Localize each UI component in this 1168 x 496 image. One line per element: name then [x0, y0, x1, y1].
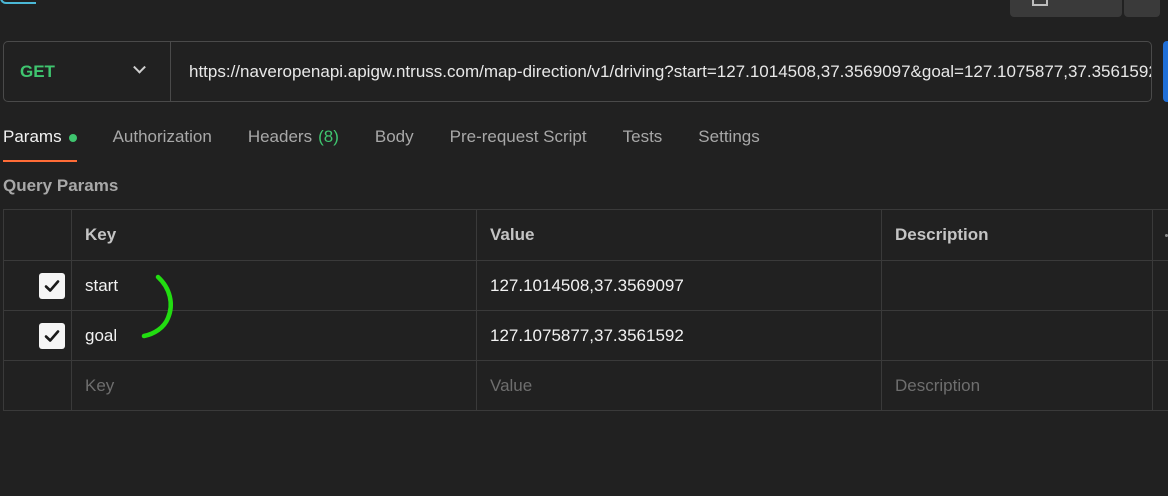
- postman-request-editor: GET https://naveropenapi.apigw.ntruss.co…: [0, 0, 1168, 496]
- param-key[interactable]: goal: [71, 311, 476, 360]
- param-value[interactable]: 127.1075877,37.3561592: [476, 311, 881, 360]
- row-tail: [1153, 261, 1168, 310]
- row-check-cell: [3, 261, 71, 310]
- method-select[interactable]: GET: [4, 42, 171, 101]
- tab-label: Tests: [622, 127, 663, 146]
- tab-label: Settings: [698, 127, 760, 146]
- check-icon: [44, 279, 59, 292]
- new-param-row: Key Value Description: [3, 361, 1168, 411]
- save-button[interactable]: [1010, 0, 1122, 17]
- row-tail: [1153, 361, 1168, 410]
- method-label: GET: [20, 61, 55, 81]
- header-check-cell: [3, 210, 71, 260]
- column-header-key: Key: [71, 210, 476, 260]
- row-check-cell: [3, 361, 71, 410]
- check-icon: [44, 329, 59, 342]
- tab-params[interactable]: Params: [3, 120, 77, 162]
- tab-authorization[interactable]: Authorization: [113, 120, 212, 162]
- row-tail: [1153, 311, 1168, 360]
- send-button[interactable]: [1163, 41, 1168, 102]
- tab-label: Params: [3, 127, 62, 146]
- tab-label: Headers: [247, 127, 313, 146]
- new-description-input[interactable]: Description: [881, 361, 1153, 410]
- tab-pre-request-script[interactable]: Pre-request Script: [450, 120, 587, 162]
- tab-settings[interactable]: Settings: [698, 120, 759, 162]
- url-input[interactable]: https://naveropenapi.apigw.ntruss.com/ma…: [171, 42, 1151, 101]
- tab-label: Body: [374, 127, 414, 146]
- new-value-input[interactable]: Value: [476, 361, 881, 410]
- param-description[interactable]: [881, 311, 1153, 360]
- param-checkbox[interactable]: [38, 322, 65, 349]
- save-icon: [1032, 0, 1048, 6]
- column-header-description: Description: [881, 210, 1153, 260]
- section-title: Query Params: [3, 176, 119, 195]
- active-params-dot-icon: [68, 134, 77, 142]
- request-bar: GET https://naveropenapi.apigw.ntruss.co…: [3, 41, 1152, 102]
- column-header-value: Value: [476, 210, 881, 260]
- param-checkbox[interactable]: [38, 272, 65, 299]
- param-key[interactable]: start: [71, 261, 476, 310]
- new-key-input[interactable]: Key: [71, 361, 476, 410]
- param-value[interactable]: 127.1014508,37.3569097: [476, 261, 881, 310]
- tab-label: Pre-request Script: [449, 127, 587, 146]
- tab-label: Authorization: [112, 127, 212, 146]
- more-options-button[interactable]: [1124, 0, 1160, 17]
- tab-headers[interactable]: Headers (8): [248, 120, 339, 162]
- back-arrow-icon[interactable]: [0, 0, 36, 4]
- param-description[interactable]: [881, 261, 1153, 310]
- green-bracket-annotation: [141, 274, 173, 339]
- row-check-cell: [3, 311, 71, 360]
- headers-count-badge: (8): [318, 127, 339, 146]
- column-options[interactable]: [1153, 210, 1168, 260]
- tab-tests[interactable]: Tests: [623, 120, 663, 162]
- tab-body[interactable]: Body: [375, 120, 414, 162]
- chevron-down-icon: [133, 60, 146, 74]
- request-tabs: Params Authorization Headers (8) Body Pr…: [3, 120, 796, 162]
- table-header-row: Key Value Description: [3, 210, 1168, 261]
